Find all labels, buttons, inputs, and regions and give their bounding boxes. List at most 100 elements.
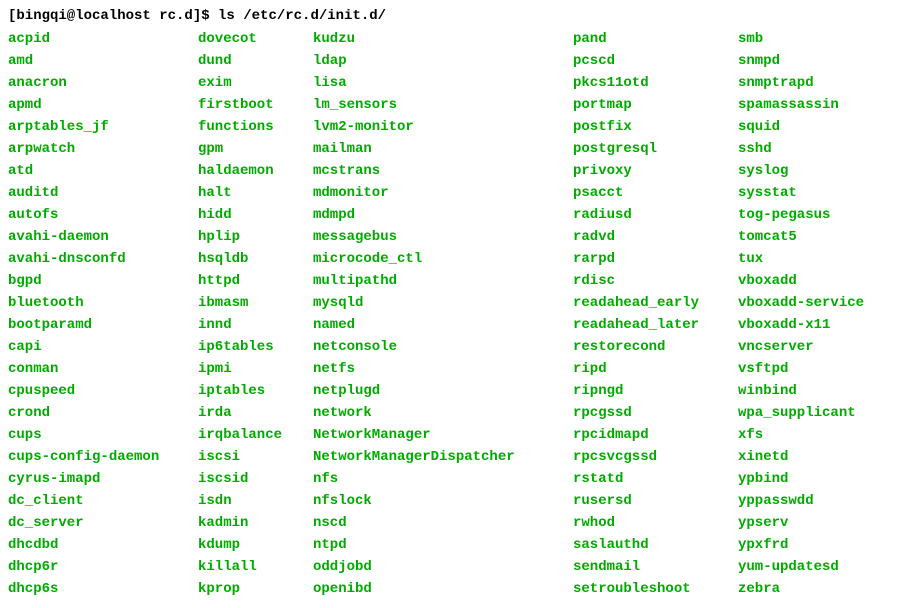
file-entry: bootparamd [8,314,198,336]
file-entry: ypxfrd [738,534,903,556]
file-entry: cpuspeed [8,380,198,402]
file-entry: kudzu [313,28,573,50]
file-entry: halt [198,182,313,204]
file-entry: multipathd [313,270,573,292]
file-entry: dc_server [8,512,198,534]
file-entry: snmptrapd [738,72,903,94]
file-entry: tomcat5 [738,226,903,248]
file-entry: pkcs11otd [573,72,738,94]
file-entry: nfs [313,468,573,490]
file-entry: vsftpd [738,358,903,380]
file-entry: arptables_jf [8,116,198,138]
file-entry: ripngd [573,380,738,402]
file-entry: pand [573,28,738,50]
file-entry: ntpd [313,534,573,556]
file-entry: dhcp6r [8,556,198,578]
file-entry: ip6tables [198,336,313,358]
file-entry: psacct [573,182,738,204]
file-entry: innd [198,314,313,336]
file-entry: oddjobd [313,556,573,578]
listing-column-4: pandpcscdpkcs11otdportmappostfixpostgres… [573,28,738,600]
file-entry: netfs [313,358,573,380]
file-entry: network [313,402,573,424]
file-entry: privoxy [573,160,738,182]
file-entry: zebra [738,578,903,600]
file-entry: tux [738,248,903,270]
file-entry: mysqld [313,292,573,314]
terminal-prompt: [bingqi@localhost rc.d]$ ls /etc/rc.d/in… [8,8,906,24]
file-entry: saslauthd [573,534,738,556]
file-entry: cups [8,424,198,446]
file-entry: lisa [313,72,573,94]
file-entry: exim [198,72,313,94]
file-entry: named [313,314,573,336]
file-entry: arpwatch [8,138,198,160]
file-entry: nscd [313,512,573,534]
file-entry: irqbalance [198,424,313,446]
file-entry: xfs [738,424,903,446]
file-entry: autofs [8,204,198,226]
file-entry: iscsi [198,446,313,468]
file-entry: sshd [738,138,903,160]
file-entry: rarpd [573,248,738,270]
file-entry: iscsid [198,468,313,490]
file-entry: spamassassin [738,94,903,116]
file-entry: avahi-daemon [8,226,198,248]
file-entry: killall [198,556,313,578]
file-entry: ibmasm [198,292,313,314]
file-entry: crond [8,402,198,424]
file-entry: vboxadd-service [738,292,903,314]
file-entry: yum-updatesd [738,556,903,578]
file-entry: readahead_early [573,292,738,314]
file-entry: portmap [573,94,738,116]
file-entry: smb [738,28,903,50]
file-entry: capi [8,336,198,358]
file-entry: openibd [313,578,573,600]
file-entry: httpd [198,270,313,292]
file-entry: rstatd [573,468,738,490]
file-entry: conman [8,358,198,380]
file-entry: kprop [198,578,313,600]
file-entry: messagebus [313,226,573,248]
file-entry: dhcdbd [8,534,198,556]
file-entry: auditd [8,182,198,204]
file-entry: dc_client [8,490,198,512]
listing-column-5: smbsnmpdsnmptrapdspamassassinsquidsshdsy… [738,28,903,600]
file-entry: ypbind [738,468,903,490]
file-entry: isdn [198,490,313,512]
file-entry: ripd [573,358,738,380]
file-entry: avahi-dnsconfd [8,248,198,270]
file-entry: tog-pegasus [738,204,903,226]
file-entry: rpcidmapd [573,424,738,446]
file-entry: mailman [313,138,573,160]
file-entry: netplugd [313,380,573,402]
file-entry: kadmin [198,512,313,534]
file-entry: pcscd [573,50,738,72]
file-entry: amd [8,50,198,72]
file-entry: wpa_supplicant [738,402,903,424]
file-entry: cups-config-daemon [8,446,198,468]
file-entry: functions [198,116,313,138]
file-entry: setroubleshoot [573,578,738,600]
file-entry: yppasswdd [738,490,903,512]
file-entry: gpm [198,138,313,160]
file-entry: mcstrans [313,160,573,182]
file-entry: apmd [8,94,198,116]
file-entry: atd [8,160,198,182]
file-entry: kdump [198,534,313,556]
file-entry: rdisc [573,270,738,292]
file-entry: NetworkManagerDispatcher [313,446,573,468]
file-entry: mdmonitor [313,182,573,204]
file-entry: hsqldb [198,248,313,270]
file-entry: rwhod [573,512,738,534]
file-entry: rpcsvcgssd [573,446,738,468]
file-entry: dovecot [198,28,313,50]
directory-listing: acpidamdanacronapmdarptables_jfarpwatcha… [8,28,906,600]
file-entry: syslog [738,160,903,182]
listing-column-2: dovecotdundeximfirstbootfunctionsgpmhald… [198,28,313,600]
file-entry: vboxadd [738,270,903,292]
file-entry: microcode_ctl [313,248,573,270]
file-entry: hidd [198,204,313,226]
listing-column-1: acpidamdanacronapmdarptables_jfarpwatcha… [8,28,198,600]
file-entry: vboxadd-x11 [738,314,903,336]
